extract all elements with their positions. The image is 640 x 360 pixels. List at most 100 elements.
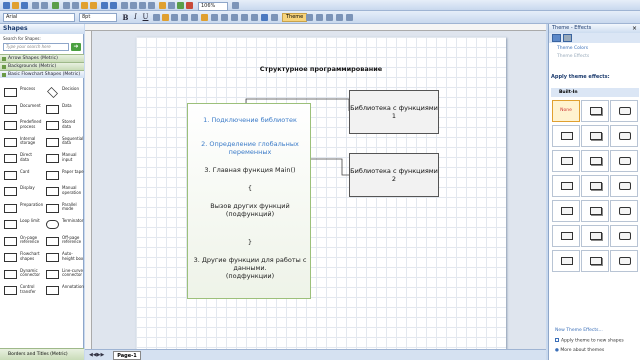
line-color-icon[interactable] [191, 14, 198, 21]
theme-effect-swatch[interactable] [610, 100, 638, 122]
theme-button[interactable]: Theme [282, 13, 308, 22]
shape-item[interactable]: Manual input [42, 152, 84, 167]
align-shapes-icon[interactable] [306, 14, 313, 21]
shape-item[interactable]: Stored data [42, 119, 84, 134]
shape-item[interactable]: Decision [42, 86, 84, 101]
line-icon[interactable] [271, 14, 278, 21]
shape-item[interactable]: Paper tape [42, 169, 84, 184]
font-name-select[interactable]: Arial [3, 13, 75, 22]
format-painter-icon[interactable] [90, 2, 97, 9]
shape-item[interactable]: Display [0, 185, 42, 200]
help-icon[interactable] [232, 2, 239, 9]
shape-item[interactable]: Loop limit [0, 218, 42, 233]
shape-item[interactable]: Internal storage [0, 136, 42, 151]
open-icon[interactable] [12, 2, 19, 9]
cut-icon[interactable] [63, 2, 70, 9]
theme-effects-tab-icon[interactable] [563, 34, 572, 42]
theme-effect-swatch[interactable] [552, 200, 580, 222]
bring-front-icon[interactable] [336, 14, 343, 21]
align-center-icon[interactable] [162, 14, 169, 21]
main-program-box[interactable]: 1. Подключение библиотек 2. Определение … [187, 103, 311, 299]
pointer-tool-icon[interactable] [121, 2, 128, 9]
close-icon[interactable]: × [632, 25, 637, 32]
theme-effect-swatch[interactable] [552, 125, 580, 147]
apply-new-shapes-checkbox[interactable]: Apply theme to new shapes [555, 338, 624, 344]
paste-icon[interactable] [81, 2, 88, 9]
theme-effect-swatch[interactable] [610, 125, 638, 147]
shape-item[interactable]: Flowchart shapes [0, 251, 42, 266]
save-icon[interactable] [21, 2, 28, 9]
stencil-backgrounds[interactable]: Backgrounds (Metric) [0, 62, 84, 70]
underline-button[interactable]: U [141, 13, 150, 22]
stencil-borders-titles[interactable]: Borders and Titles (Metric) [0, 348, 84, 360]
shape-item[interactable]: Annotation [42, 284, 84, 299]
group-icon[interactable] [326, 14, 333, 21]
align-right-icon[interactable] [171, 14, 178, 21]
library-box-1[interactable]: Библиотека с функциями 1 [349, 90, 439, 134]
theme-effect-swatch[interactable] [581, 175, 609, 197]
shape-item[interactable]: On-page reference [0, 235, 42, 250]
shape-item[interactable]: Direct data [0, 152, 42, 167]
shape-item[interactable]: Dynamic connector [0, 268, 42, 283]
drawing-page[interactable]: Структурное программирование 1. Подключе… [136, 37, 506, 349]
shape-item[interactable]: Preparation [0, 202, 43, 217]
builtin-section[interactable]: Built-In [551, 88, 639, 97]
theme-effect-swatch[interactable] [581, 100, 609, 122]
shape-item[interactable]: Sequential data [42, 136, 84, 151]
print-icon[interactable] [32, 2, 39, 9]
align-left-icon[interactable] [153, 14, 160, 21]
theme-effect-swatch[interactable] [552, 175, 580, 197]
search-go-button[interactable]: ➜ [71, 43, 81, 51]
line-weight-icon[interactable] [211, 14, 218, 21]
fill-icon[interactable] [261, 14, 268, 21]
new-theme-effects-link[interactable]: New Theme Effects... [555, 328, 603, 333]
bold-button[interactable]: B [121, 13, 130, 22]
line-ends-icon[interactable] [231, 14, 238, 21]
send-back-icon[interactable] [346, 14, 353, 21]
theme-effect-swatch[interactable] [552, 250, 580, 272]
theme-effects-link[interactable]: Theme Effects [557, 54, 589, 59]
library-box-2[interactable]: Библиотека с функциями 2 [349, 153, 439, 197]
copy-icon[interactable] [72, 2, 79, 9]
font-size-select[interactable]: 8pt [79, 13, 117, 22]
shape-item[interactable]: Data [42, 103, 84, 118]
page-tab[interactable]: Page-1 [113, 351, 141, 360]
font-color-icon[interactable] [181, 14, 188, 21]
italic-button[interactable]: I [131, 13, 140, 22]
stamp-icon[interactable] [186, 2, 193, 9]
rectangle-tool-icon[interactable] [148, 2, 155, 9]
shape-item[interactable]: Card [0, 169, 42, 184]
zoom-select[interactable]: 106% [198, 2, 228, 11]
new-icon[interactable] [3, 2, 10, 9]
theme-effect-swatch[interactable] [610, 175, 638, 197]
theme-effect-swatch[interactable] [552, 225, 580, 247]
drawing-canvas[interactable]: Структурное программирование 1. Подключе… [92, 31, 546, 349]
theme-effect-swatch[interactable] [581, 250, 609, 272]
theme-effect-swatch[interactable] [581, 125, 609, 147]
page-nav-arrows-icon[interactable]: ◀◀▶▶ [89, 352, 111, 359]
shape-item[interactable]: Control transfer [0, 284, 42, 299]
theme-effect-swatch[interactable] [581, 200, 609, 222]
shape-item[interactable]: Manual operation [42, 185, 84, 200]
shape-item[interactable]: Parallel mode [42, 202, 84, 217]
distribute-icon[interactable] [316, 14, 323, 21]
connector-tool-icon[interactable] [130, 2, 137, 9]
pan-zoom-icon[interactable] [159, 2, 166, 9]
text-tool-icon[interactable] [139, 2, 146, 9]
theme-effect-swatch[interactable] [610, 250, 638, 272]
shape-item[interactable]: Terminator [42, 218, 84, 233]
theme-effect-swatch[interactable] [610, 225, 638, 247]
shape-item[interactable]: Predefined process [0, 119, 42, 134]
shapes-window-icon[interactable] [168, 2, 175, 9]
stencil-arrow-shapes[interactable]: Arrow Shapes (Metric) [0, 54, 84, 62]
shape-search-input[interactable]: Type your search here [3, 43, 69, 51]
shape-item[interactable]: Process [0, 86, 42, 101]
line-pattern-icon[interactable] [221, 14, 228, 21]
theme-effect-swatch[interactable]: None [552, 100, 580, 122]
shape-item[interactable]: Document [0, 103, 42, 118]
theme-colors-tab-icon[interactable] [552, 34, 561, 42]
stencil-basic-flowchart[interactable]: Basic Flowchart Shapes (Metric) [0, 70, 84, 78]
theme-effect-swatch[interactable] [552, 150, 580, 172]
theme-effect-swatch[interactable] [581, 225, 609, 247]
theme-colors-link[interactable]: Theme Colors [557, 46, 588, 51]
